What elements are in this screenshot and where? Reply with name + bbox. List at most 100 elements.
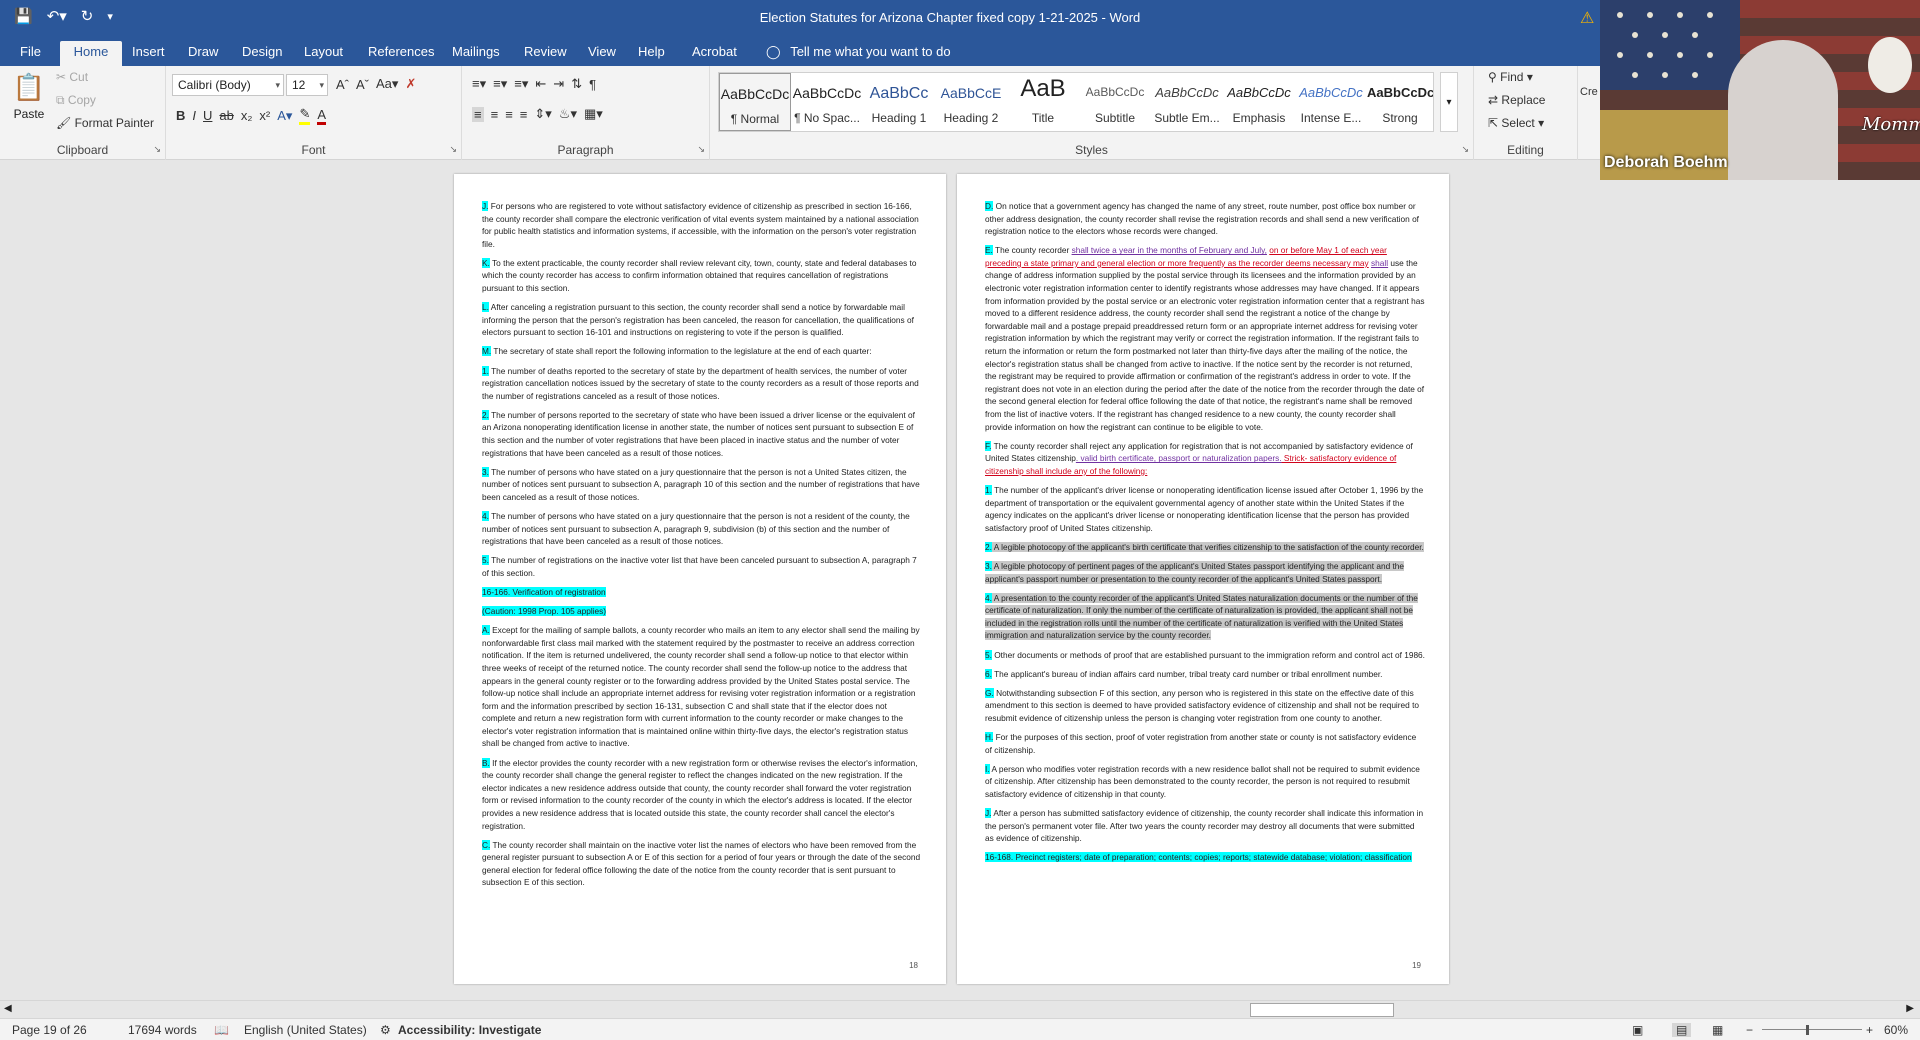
bullets-icon[interactable]: ≡▾: [472, 76, 486, 92]
paragraph-label: Paragraph: [557, 143, 614, 157]
paragraph: 2. The number of persons reported to the…: [482, 409, 915, 458]
scroll-left-icon[interactable]: ◀: [4, 1003, 12, 1014]
page-19-content[interactable]: D. On notice that a government agency ha…: [985, 200, 1425, 870]
accessibility-icon[interactable]: ⚙: [380, 1023, 391, 1037]
tab-draw[interactable]: Draw: [178, 41, 228, 66]
bold-button[interactable]: B: [176, 108, 185, 123]
shrink-font-icon[interactable]: Aˇ: [356, 77, 369, 92]
page-18-content[interactable]: J. For persons who are registered to vot…: [482, 200, 922, 896]
font-name-combo[interactable]: Calibri (Body) ▾: [172, 74, 284, 96]
style-emphasis[interactable]: AaBbCcDc Emphasis: [1223, 73, 1295, 131]
word-count[interactable]: 17694 words: [128, 1023, 197, 1037]
decrease-indent-icon[interactable]: ⇤: [535, 76, 546, 92]
focus-mode-icon[interactable]: ▣: [1632, 1023, 1643, 1037]
tab-insert[interactable]: Insert: [122, 41, 175, 66]
print-layout-icon[interactable]: ▤: [1672, 1023, 1692, 1037]
tell-me-box[interactable]: ◯ Tell me what you want to do: [756, 41, 961, 66]
copy-button[interactable]: ⧉ Copy: [56, 93, 96, 108]
increase-indent-icon[interactable]: ⇥: [553, 76, 564, 92]
tab-acrobat[interactable]: Acrobat: [682, 41, 747, 66]
style-title[interactable]: AaB Title: [1007, 73, 1079, 131]
styles-more-button[interactable]: ▾: [1440, 72, 1458, 132]
clear-formatting-icon[interactable]: ✗: [405, 76, 416, 92]
style-no-spacing[interactable]: AaBbCcDc ¶ No Spac...: [791, 73, 863, 131]
search-icon: ⚲: [1488, 70, 1497, 84]
font-color-icon[interactable]: A: [317, 107, 327, 125]
scroll-right-icon[interactable]: ▶: [1906, 1003, 1914, 1014]
show-marks-icon[interactable]: ¶: [589, 77, 596, 92]
redo-icon[interactable]: ↻: [81, 6, 94, 28]
paragraph: 5. The number of registrations on the in…: [482, 555, 917, 578]
change-case-icon[interactable]: Aa▾: [376, 76, 398, 92]
multilevel-list-icon[interactable]: ≡▾: [514, 76, 528, 92]
styles-launcher-icon[interactable]: ↘: [1461, 144, 1469, 155]
zoom-level[interactable]: 60%: [1884, 1023, 1908, 1037]
proofing-icon[interactable]: 📖: [214, 1023, 229, 1037]
select-button[interactable]: ⇱ Select ▾: [1488, 116, 1544, 130]
create-button[interactable]: Cre and: [1580, 86, 1600, 98]
line-spacing-icon[interactable]: ⇕▾: [534, 106, 551, 122]
tab-references[interactable]: References: [358, 41, 444, 66]
highlight-color-icon[interactable]: ✎: [299, 106, 311, 125]
tab-view[interactable]: View: [578, 41, 626, 66]
style-normal[interactable]: AaBbCcDc ¶ Normal: [719, 73, 791, 131]
justify-icon[interactable]: ≡: [520, 107, 528, 122]
undo-icon[interactable]: ↶▾: [47, 6, 67, 28]
sort-icon[interactable]: ⇅: [571, 76, 582, 92]
align-left-icon[interactable]: ≡: [472, 106, 484, 122]
clipboard-launcher-icon[interactable]: ↘: [153, 144, 161, 155]
font-launcher-icon[interactable]: ↘: [449, 144, 457, 155]
superscript-icon[interactable]: x²: [259, 108, 270, 123]
web-layout-icon[interactable]: ▦: [1712, 1023, 1723, 1037]
cut-button[interactable]: ✂ Cut: [56, 70, 88, 84]
accessibility-status[interactable]: Accessibility: Investigate: [398, 1023, 541, 1037]
zoom-slider-thumb[interactable]: [1806, 1025, 1809, 1035]
style-subtitle[interactable]: AaBbCcDc Subtitle: [1079, 73, 1151, 131]
tab-design[interactable]: Design: [232, 41, 292, 66]
style-strong[interactable]: AaBbCcDc Strong: [1367, 73, 1433, 131]
language-indicator[interactable]: English (United States): [244, 1023, 367, 1037]
style-subtle-emphasis[interactable]: AaBbCcDc Subtle Em...: [1151, 73, 1223, 131]
borders-icon[interactable]: ▦▾: [584, 106, 603, 122]
tab-layout[interactable]: Layout: [294, 41, 353, 66]
tab-home[interactable]: Home: [60, 41, 122, 66]
style-heading-1[interactable]: AaBbCc Heading 1: [863, 73, 935, 131]
shading-icon[interactable]: ♨▾: [559, 106, 577, 122]
horizontal-scrollbar[interactable]: ◀ ▶: [0, 1000, 1920, 1018]
numbering-icon[interactable]: ≡▾: [493, 76, 507, 92]
paragraph-launcher-icon[interactable]: ↘: [697, 144, 705, 155]
format-painter-button[interactable]: 🖌 Format Painter: [56, 116, 154, 130]
editing-label: Editing: [1507, 143, 1544, 157]
align-right-icon[interactable]: ≡: [505, 107, 513, 122]
video-call-overlay[interactable]: Mommy Deborah Boehm: [1600, 0, 1920, 180]
paste-button[interactable]: 📋 Paste: [8, 72, 50, 138]
paragraph: I. A person who modifies voter registrat…: [985, 763, 1420, 799]
font-size-combo[interactable]: 12 ▾: [286, 74, 328, 96]
tab-file[interactable]: File: [10, 41, 51, 66]
tab-review[interactable]: Review: [514, 41, 577, 66]
style-intense-emphasis[interactable]: AaBbCcDc Intense E...: [1295, 73, 1367, 131]
save-icon[interactable]: 💾: [14, 6, 33, 28]
grow-font-icon[interactable]: Aˆ: [336, 77, 349, 92]
scroll-thumb[interactable]: [1250, 1003, 1394, 1017]
page-indicator[interactable]: Page 19 of 26: [12, 1023, 87, 1037]
zoom-out-icon[interactable]: −: [1746, 1023, 1753, 1037]
find-button[interactable]: ⚲ Find ▾: [1488, 70, 1533, 84]
style-heading-2[interactable]: AaBbCcE Heading 2: [935, 73, 1007, 131]
paragraph: C. The county recorder shall maintain on…: [482, 839, 921, 888]
zoom-slider[interactable]: [1762, 1029, 1862, 1030]
text-effects-icon[interactable]: A▾: [277, 108, 292, 124]
italic-button[interactable]: I: [192, 108, 196, 123]
tab-mailings[interactable]: Mailings: [442, 41, 510, 66]
warning-icon[interactable]: ⚠: [1580, 8, 1594, 28]
align-center-icon[interactable]: ≡: [491, 107, 499, 122]
replace-button[interactable]: ⇄ Replace: [1488, 93, 1545, 107]
zoom-in-icon[interactable]: +: [1866, 1023, 1873, 1037]
styles-label: Styles: [1075, 143, 1108, 157]
tab-help[interactable]: Help: [628, 41, 675, 66]
customize-qat-icon[interactable]: ▾: [107, 6, 113, 28]
strikethrough-icon[interactable]: ab: [219, 108, 233, 123]
subscript-icon[interactable]: x₂: [241, 108, 253, 123]
paragraph: 6. The applicant's bureau of indian affa…: [985, 668, 1383, 679]
underline-button[interactable]: U: [203, 108, 212, 123]
